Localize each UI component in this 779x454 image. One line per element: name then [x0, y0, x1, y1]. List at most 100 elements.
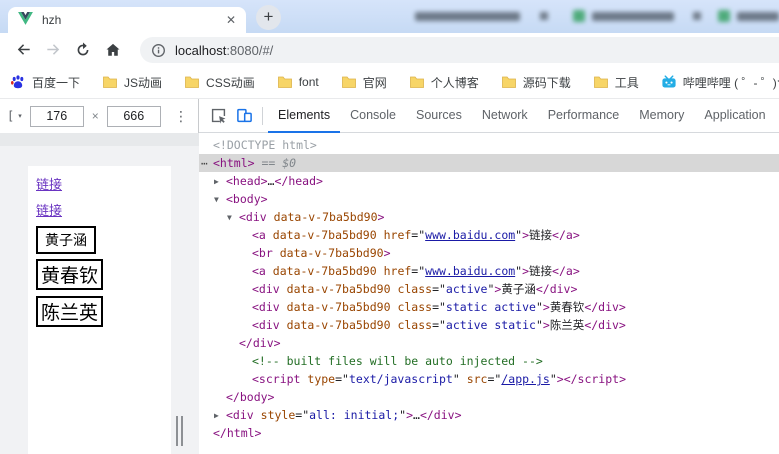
code-line[interactable]: <div data-v-7ba5bd90 class="static activ…	[199, 298, 779, 316]
code-line[interactable]: <div data-v-7ba5bd90 class="active stati…	[199, 316, 779, 334]
collapse-arrow-icon[interactable]: ▼	[227, 209, 239, 227]
scroll-grip[interactable]	[176, 416, 183, 446]
bookmark-label: 百度一下	[32, 75, 81, 90]
background-tab-close[interactable]	[693, 12, 701, 20]
device-mode-dropdown[interactable]: [ ▾	[7, 109, 22, 123]
code-line[interactable]: ▼ <body>	[199, 190, 779, 208]
code-token: data-v-7ba5bd90	[273, 210, 378, 224]
forward-button[interactable]	[38, 36, 68, 64]
code-token: </html>	[213, 426, 262, 440]
page-link[interactable]: 链接	[36, 174, 62, 193]
browser-tab[interactable]: hzh ✕	[8, 7, 246, 33]
bookmark-item[interactable]: 工具	[593, 74, 639, 91]
code-token: <!DOCTYPE html>	[213, 138, 317, 152]
code-line[interactable]: ▼ <div data-v-7ba5bd90>	[199, 208, 779, 226]
code-line[interactable]: </body>	[199, 388, 779, 406]
tab-elements[interactable]: Elements	[268, 99, 340, 133]
code-token: data-v-7ba5bd90	[272, 264, 377, 278]
info-icon[interactable]	[151, 43, 166, 58]
code-line[interactable]: <!DOCTYPE html>	[199, 136, 779, 154]
folder-icon	[593, 74, 609, 90]
code-token: class	[397, 318, 433, 332]
background-tab[interactable]	[592, 12, 674, 21]
background-window-tabs[interactable]	[300, 0, 779, 33]
viewport-width-input[interactable]	[29, 105, 84, 127]
code-token: <!-- built files will be auto injected -…	[252, 354, 543, 368]
background-tab-close[interactable]	[540, 12, 548, 20]
code-token: <div	[239, 210, 267, 224]
background-tab[interactable]	[415, 12, 520, 21]
code-token: ="	[335, 372, 349, 386]
collapse-arrow-icon[interactable]: ▼	[214, 191, 226, 209]
inspect-icon[interactable]	[205, 103, 231, 129]
code-token: >	[542, 318, 550, 332]
code-token: …	[413, 408, 420, 422]
bookmark-item[interactable]: 百度一下	[10, 74, 80, 91]
divider	[262, 106, 263, 125]
backdrop-band	[0, 133, 199, 146]
bookmark-item[interactable]: CSS动画	[184, 74, 255, 91]
code-line[interactable]: ▶ <div style="all: initial;">…</div>	[199, 406, 779, 424]
code-token: data-v-7ba5bd90	[279, 246, 384, 260]
expand-arrow-icon[interactable]: ▶	[214, 173, 226, 191]
bookmark-item[interactable]: 源码下载	[501, 74, 571, 91]
device-toolbar-icon[interactable]	[231, 103, 257, 129]
code-line[interactable]: </div>	[199, 334, 779, 352]
code-line[interactable]: <br data-v-7ba5bd90>	[199, 244, 779, 262]
new-tab-button[interactable]: +	[256, 5, 281, 30]
code-token: class	[397, 300, 433, 314]
code-line[interactable]: ▶ <head>…</head>	[199, 172, 779, 190]
tab-sources[interactable]: Sources	[406, 99, 472, 133]
folder-icon	[184, 74, 200, 90]
code-token: <div	[252, 282, 280, 296]
code-token: <script	[252, 372, 301, 386]
viewport-height-input[interactable]	[106, 105, 161, 127]
bookmark-item[interactable]: font	[277, 74, 319, 90]
code-line[interactable]: <script type="text/javascript" src="/app…	[199, 370, 779, 388]
home-button[interactable]	[98, 36, 128, 64]
tab-performance[interactable]: Performance	[538, 99, 630, 133]
code-line[interactable]: <div data-v-7ba5bd90 class="active">黄子涵<…	[199, 280, 779, 298]
tab-console[interactable]: Console	[340, 99, 406, 133]
expand-arrow-icon[interactable]: ▶	[214, 407, 226, 425]
code-line[interactable]: </html>	[199, 424, 779, 442]
code-line[interactable]: <a data-v-7ba5bd90 href="www.baidu.com">…	[199, 262, 779, 280]
back-icon	[14, 40, 33, 59]
tab-network[interactable]: Network	[472, 99, 538, 133]
code-token: <div	[226, 408, 254, 422]
code-token: data-v-7ba5bd90	[272, 228, 377, 242]
code-token: == $0	[254, 156, 297, 170]
tab-application[interactable]: Application	[694, 99, 775, 133]
code-line[interactable]: <!-- built files will be auto injected -…	[199, 352, 779, 370]
code-token: >	[542, 300, 550, 314]
folder-icon	[501, 74, 517, 90]
page-link[interactable]: 链接	[36, 200, 62, 219]
bilibili-icon	[661, 74, 677, 90]
code-line[interactable]: <a data-v-7ba5bd90 href="www.baidu.com">…	[199, 226, 779, 244]
background-tab[interactable]	[737, 12, 779, 21]
address-bar[interactable]: localhost :8080/#/	[140, 37, 779, 63]
device-toolbar-menu-icon[interactable]: ⋮	[174, 108, 189, 125]
node-menu-dots-icon[interactable]: ⋯	[201, 155, 213, 173]
dimension-separator: ×	[91, 109, 99, 123]
forward-icon	[44, 40, 63, 59]
tab-close-icon[interactable]: ✕	[226, 13, 236, 27]
code-line[interactable]: ⋯ <html> == $0	[199, 154, 779, 172]
bookmark-label: 哔哩哔哩 ( ゜- ゜)つ...	[682, 75, 779, 90]
bookmark-item[interactable]: 哔哩哔哩 ( ゜- ゜)つ...	[661, 74, 779, 91]
reload-icon	[74, 41, 92, 59]
back-button[interactable]	[8, 36, 38, 64]
bookmark-label: 源码下载	[522, 75, 571, 90]
bookmark-item[interactable]: 官网	[341, 74, 387, 91]
bookmark-item[interactable]: JS动画	[102, 74, 162, 91]
code-token: </div>	[239, 336, 281, 350]
bookmark-item[interactable]: 个人博客	[409, 74, 479, 91]
main-area: [ ▾ × ⋮ 链接链接黄子涵黄春钦陈兰英 ElementsConsoleSou…	[0, 99, 779, 454]
code-token: </div>	[584, 318, 626, 332]
tab-memory[interactable]: Memory	[629, 99, 694, 133]
reload-button[interactable]	[68, 36, 98, 64]
